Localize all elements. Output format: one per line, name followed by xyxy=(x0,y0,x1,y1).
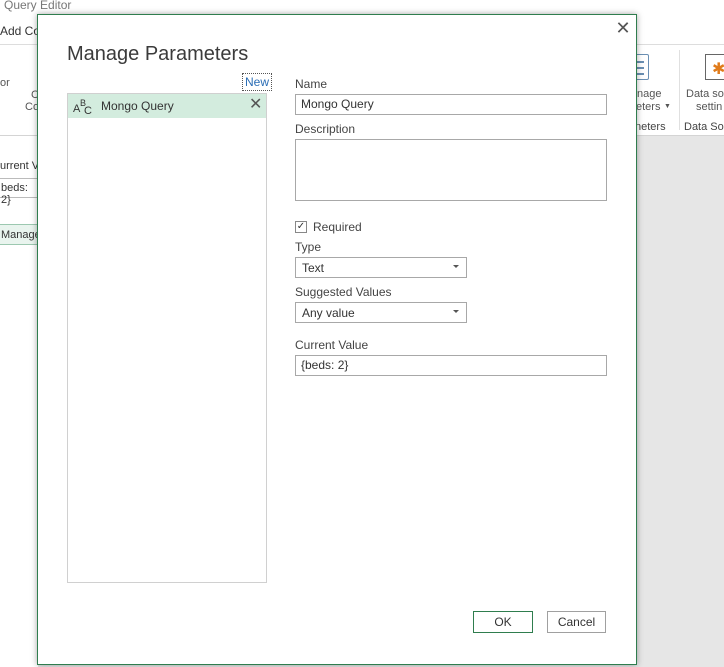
description-label: Description xyxy=(295,122,356,136)
parameters-group-label: neters xyxy=(635,121,666,133)
cancel-button[interactable]: Cancel xyxy=(547,611,606,633)
type-select[interactable]: Text xyxy=(295,257,467,278)
abc-text-icon: ABC xyxy=(73,98,92,117)
data-source-settings-label[interactable]: Data so xyxy=(686,88,724,100)
chevron-down-icon xyxy=(453,265,459,268)
data-source-settings-label[interactable]: settin xyxy=(696,101,722,113)
data-sources-group-label: Data So xyxy=(684,121,724,133)
list-item[interactable]: ABC Mongo Query ✕ xyxy=(68,94,266,118)
window-title: Query Editor xyxy=(4,0,72,12)
suggested-values-label: Suggested Values xyxy=(295,285,392,299)
title-bar: Query Editor xyxy=(0,0,724,14)
ribbon-divider xyxy=(679,50,680,130)
type-label: Type xyxy=(295,240,322,254)
close-icon[interactable]: ✕ xyxy=(612,17,634,39)
delete-parameter-icon[interactable]: ✕ xyxy=(249,96,263,114)
manage-params-button-label[interactable]: nage xyxy=(637,88,661,100)
manage-parameters-dialog: ✕ Manage Parameters New ABC Mongo Query … xyxy=(37,14,637,665)
left-panel xyxy=(0,136,38,667)
manage-params-button-label[interactable]: eters xyxy=(636,101,660,113)
ok-button[interactable]: OK xyxy=(473,611,533,633)
manage-parameter-button[interactable]: Manage xyxy=(0,224,41,245)
parameter-name: Mongo Query xyxy=(101,99,174,113)
current-value-label: Current Value xyxy=(295,338,369,352)
suggested-values-select-value: Any value xyxy=(302,306,355,320)
required-label[interactable]: Required xyxy=(313,220,362,234)
ribbon-text: or xyxy=(0,77,10,89)
parameter-list: ABC Mongo Query ✕ xyxy=(67,93,267,583)
current-value-label: urrent V xyxy=(0,160,40,172)
dropdown-caret-icon: ▼ xyxy=(664,103,671,110)
current-value-field[interactable]: {beds: 2} xyxy=(295,355,607,376)
name-field[interactable]: Mongo Query xyxy=(295,94,607,115)
new-parameter-link[interactable]: New xyxy=(242,73,273,91)
current-value-input[interactable]: beds: 2} xyxy=(0,178,38,206)
name-label: Name xyxy=(295,77,328,91)
type-select-value: Text xyxy=(302,261,325,275)
required-checkbox[interactable]: ✓ xyxy=(295,221,307,233)
dialog-title: Manage Parameters xyxy=(67,43,249,65)
description-field[interactable] xyxy=(295,139,607,201)
suggested-values-select[interactable]: Any value xyxy=(295,302,467,323)
chevron-down-icon xyxy=(453,310,459,313)
gear-icon: ✱ xyxy=(712,61,724,78)
